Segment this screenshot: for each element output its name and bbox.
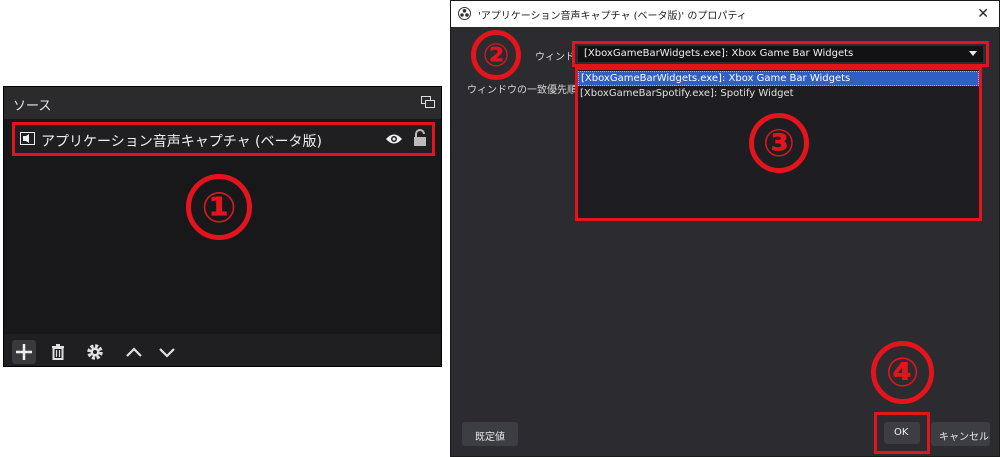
- cancel-button-label: キャンセル: [939, 432, 989, 443]
- dock-title: ソース: [13, 99, 52, 114]
- trash-icon: [52, 344, 64, 360]
- annotation-marker-4: ④: [871, 341, 934, 404]
- undock-icon[interactable]: [421, 96, 435, 108]
- ok-button[interactable]: OK: [884, 422, 920, 444]
- defaults-button-label: 既定値: [475, 432, 505, 443]
- match-priority-label: ウィンドウの一致優先順位: [467, 85, 587, 96]
- audio-capture-icon: [20, 132, 35, 145]
- obs-logo-icon: [458, 7, 471, 20]
- chevron-down-icon: [159, 348, 175, 358]
- close-icon[interactable]: ✕: [977, 6, 989, 22]
- source-settings-button[interactable]: [83, 340, 107, 364]
- source-item-app-audio[interactable]: アプリケーション音声キャプチャ (ベータ版): [12, 122, 435, 156]
- eye-icon[interactable]: [385, 133, 403, 145]
- chevron-up-icon: [126, 347, 142, 357]
- window-select-value: [XboxGameBarWidgets.exe]: Xbox Game Bar …: [584, 48, 854, 59]
- move-up-button[interactable]: [122, 340, 146, 364]
- dropdown-arrow-icon[interactable]: [969, 51, 977, 56]
- annotation-marker-1: ①: [186, 174, 252, 240]
- plus-icon: [16, 344, 32, 360]
- dock-header: ソース: [4, 87, 441, 119]
- dropdown-option-xbox-widgets[interactable]: [XboxGameBarWidgets.exe]: Xbox Game Bar …: [578, 71, 979, 86]
- cancel-button[interactable]: キャンセル: [931, 422, 990, 446]
- source-item-label: アプリケーション音声キャプチャ (ベータ版): [41, 134, 322, 150]
- dropdown-option-spotify-widget[interactable]: [XboxGameBarSpotify.exe]: Spotify Widget: [578, 87, 979, 102]
- dialog-title: 'アプリケーション音声キャプチャ (ベータ版)' のプロパティ: [478, 11, 747, 22]
- move-down-button[interactable]: [155, 340, 179, 364]
- dropdown-option-label: [XboxGameBarSpotify.exe]: Spotify Widget: [580, 88, 794, 99]
- add-source-button[interactable]: [12, 340, 36, 364]
- sources-toolbar: [4, 335, 441, 366]
- window-select[interactable]: [XboxGameBarWidgets.exe]: Xbox Game Bar …: [572, 41, 989, 67]
- ok-highlight-frame: OK: [874, 412, 930, 454]
- lock-icon[interactable]: [413, 129, 427, 147]
- dialog-titlebar: 'アプリケーション音声キャプチャ (ベータ版)' のプロパティ ✕: [451, 1, 999, 27]
- annotation-marker-2: ②: [471, 30, 521, 80]
- defaults-button[interactable]: 既定値: [462, 422, 518, 446]
- window-select-box[interactable]: [XboxGameBarWidgets.exe]: Xbox Game Bar …: [578, 46, 983, 62]
- dropdown-option-label: [XboxGameBarWidgets.exe]: Xbox Game Bar …: [581, 73, 851, 84]
- annotation-marker-3: ③: [749, 113, 809, 173]
- ok-button-label: OK: [894, 427, 909, 438]
- gear-icon: [87, 344, 103, 360]
- remove-source-button[interactable]: [46, 340, 70, 364]
